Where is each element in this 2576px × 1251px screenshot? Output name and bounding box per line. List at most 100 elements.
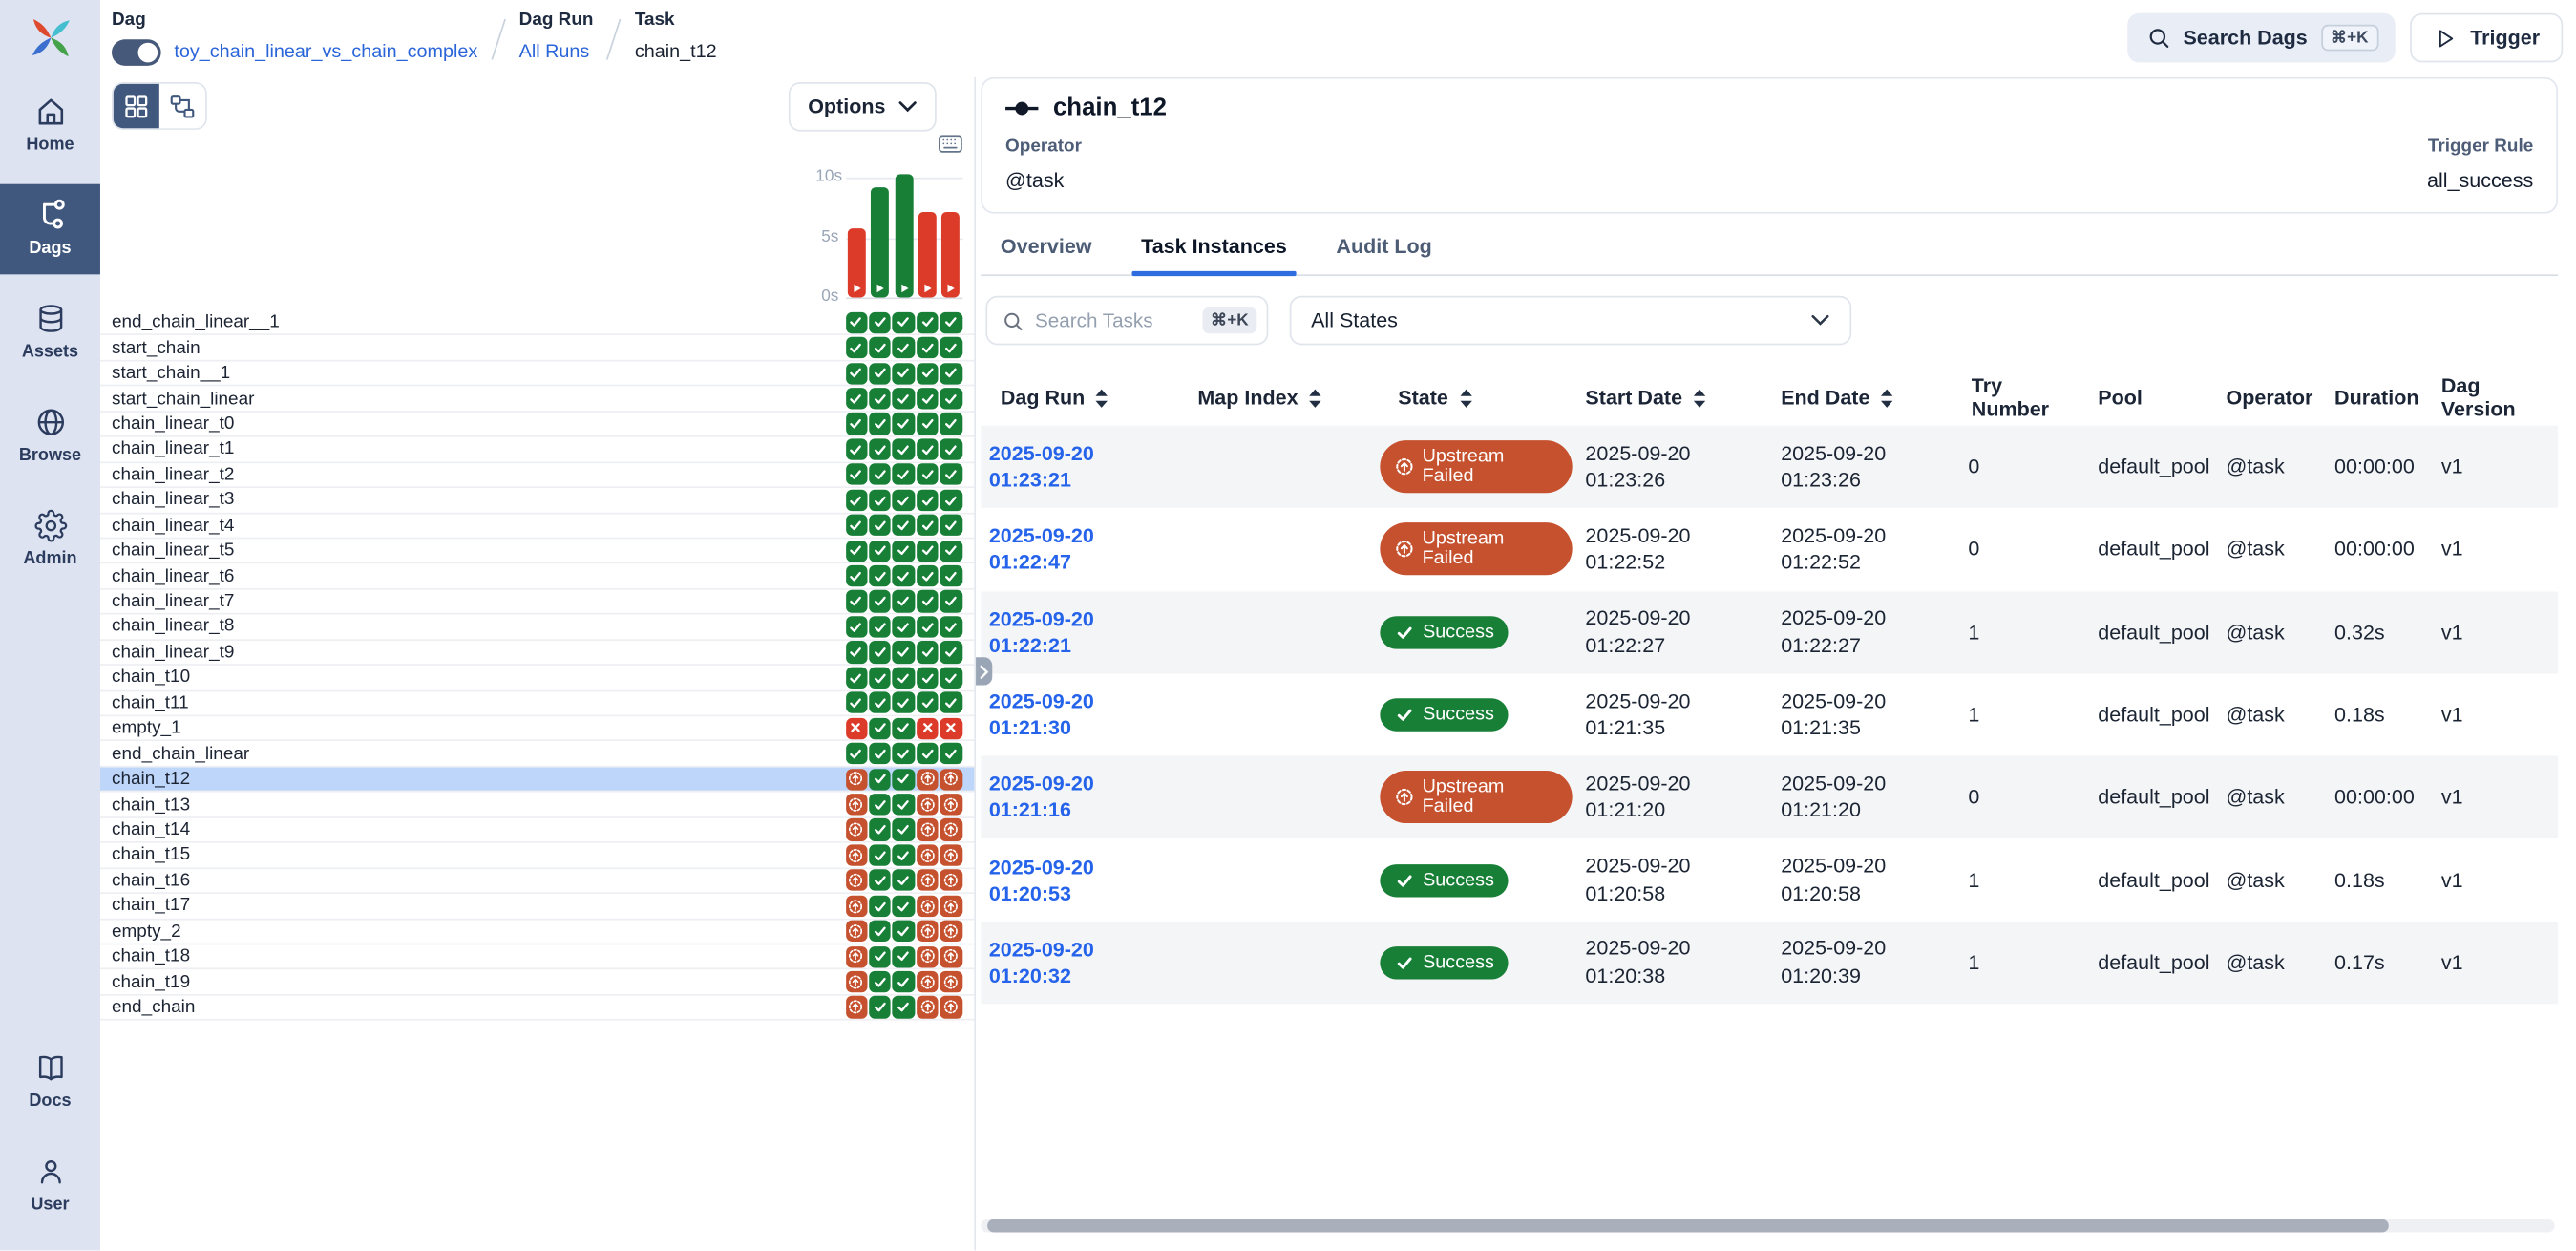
- column-header[interactable]: End Date: [1766, 386, 1958, 409]
- task-instance-success[interactable]: [869, 337, 891, 359]
- task-instance-upstream_failed[interactable]: [845, 945, 867, 967]
- task-instance-upstream_failed[interactable]: [940, 945, 962, 967]
- task-instance-upstream_failed[interactable]: [845, 870, 867, 892]
- task-instance-success[interactable]: [940, 692, 962, 714]
- task-row[interactable]: chain_t15: [100, 843, 974, 869]
- task-instance-success[interactable]: [845, 464, 867, 486]
- task-instance-success[interactable]: [869, 362, 891, 384]
- task-instance-success[interactable]: [893, 717, 915, 739]
- column-header[interactable]: Start Date: [1573, 386, 1766, 409]
- sort-icon[interactable]: [1880, 387, 1894, 408]
- task-instance-success[interactable]: [893, 337, 915, 359]
- task-instance-success[interactable]: [869, 667, 891, 689]
- task-instance-upstream_failed[interactable]: [917, 768, 939, 790]
- task-row[interactable]: start_chain__1: [100, 361, 974, 387]
- task-row[interactable]: chain_t17: [100, 894, 974, 920]
- task-instance-success[interactable]: [845, 413, 867, 435]
- task-instance-success[interactable]: [893, 768, 915, 790]
- task-instance-upstream_failed[interactable]: [917, 971, 939, 993]
- task-instance-success[interactable]: [940, 743, 962, 765]
- task-instance-failed[interactable]: [845, 717, 867, 739]
- task-instance-upstream_failed[interactable]: [940, 844, 962, 866]
- task-row[interactable]: start_chain: [100, 336, 974, 362]
- task-instance-success[interactable]: [869, 642, 891, 664]
- dag-run-link[interactable]: 2025-09-2001:21:30: [989, 690, 1094, 740]
- tab-overview[interactable]: Overview: [997, 235, 1095, 274]
- task-instance-success[interactable]: [869, 413, 891, 435]
- task-instance-success[interactable]: [893, 642, 915, 664]
- task-instance-success[interactable]: [940, 540, 962, 562]
- task-instance-success[interactable]: [845, 489, 867, 511]
- task-instance-success[interactable]: [869, 388, 891, 410]
- task-instance-success[interactable]: [917, 337, 939, 359]
- sidebar-item-admin[interactable]: Admin: [0, 495, 100, 585]
- task-row[interactable]: chain_t12: [100, 767, 974, 793]
- task-instance-success[interactable]: [893, 819, 915, 841]
- task-instance-success[interactable]: [917, 438, 939, 460]
- grid-view-button[interactable]: [114, 84, 159, 130]
- task-row[interactable]: chain_t10: [100, 666, 974, 691]
- task-instance-upstream_failed[interactable]: [940, 895, 962, 917]
- sidebar-item-home[interactable]: Home: [0, 80, 100, 171]
- task-instance-success[interactable]: [917, 489, 939, 511]
- task-instance-success[interactable]: [917, 413, 939, 435]
- task-instance-upstream_failed[interactable]: [845, 921, 867, 943]
- task-instance-success[interactable]: [893, 540, 915, 562]
- task-instance-upstream_failed[interactable]: [845, 895, 867, 917]
- column-header[interactable]: Map Index: [1178, 386, 1367, 409]
- task-instance-success[interactable]: [917, 540, 939, 562]
- task-instance-upstream_failed[interactable]: [940, 870, 962, 892]
- task-instance-upstream_failed[interactable]: [940, 921, 962, 943]
- task-instance-success[interactable]: [917, 590, 939, 612]
- graph-view-button[interactable]: [159, 84, 205, 130]
- task-instance-success[interactable]: [893, 590, 915, 612]
- task-instance-success[interactable]: [940, 362, 962, 384]
- sidebar-item-user[interactable]: User: [0, 1141, 100, 1232]
- task-instance-success[interactable]: [869, 895, 891, 917]
- task-instance-success[interactable]: [940, 337, 962, 359]
- task-instance-success[interactable]: [917, 642, 939, 664]
- dag-run-link[interactable]: 2025-09-2001:22:47: [989, 525, 1094, 575]
- task-instance-success[interactable]: [845, 743, 867, 765]
- dag-run-duration-bar[interactable]: [895, 174, 913, 297]
- task-instance-success[interactable]: [845, 515, 867, 537]
- task-instance-success[interactable]: [893, 667, 915, 689]
- task-row[interactable]: chain_linear_t4: [100, 514, 974, 540]
- tab-audit-log[interactable]: Audit Log: [1333, 235, 1435, 274]
- task-instance-success[interactable]: [845, 616, 867, 638]
- task-row[interactable]: chain_linear_t7: [100, 589, 974, 615]
- task-instance-success[interactable]: [845, 438, 867, 460]
- task-instance-success[interactable]: [845, 362, 867, 384]
- task-instance-upstream_failed[interactable]: [940, 794, 962, 816]
- task-instance-success[interactable]: [940, 388, 962, 410]
- task-instance-success[interactable]: [869, 819, 891, 841]
- dag-name-link[interactable]: toy_chain_linear_vs_chain_complex: [174, 43, 477, 63]
- task-instance-upstream_failed[interactable]: [845, 844, 867, 866]
- task-instance-success[interactable]: [869, 971, 891, 993]
- task-instance-success[interactable]: [869, 438, 891, 460]
- task-instance-success[interactable]: [893, 388, 915, 410]
- tab-task-instances[interactable]: Task Instances: [1138, 235, 1291, 274]
- task-instance-success[interactable]: [845, 388, 867, 410]
- dag-run-link[interactable]: 2025-09-2001:20:53: [989, 856, 1094, 905]
- task-instance-success[interactable]: [893, 844, 915, 866]
- task-instance-success[interactable]: [845, 590, 867, 612]
- task-row[interactable]: chain_t18: [100, 944, 974, 970]
- task-instance-success[interactable]: [869, 717, 891, 739]
- task-instance-success[interactable]: [893, 565, 915, 587]
- task-instance-success[interactable]: [893, 464, 915, 486]
- task-instance-success[interactable]: [917, 362, 939, 384]
- task-instance-success[interactable]: [893, 870, 915, 892]
- task-row[interactable]: chain_linear_t0: [100, 412, 974, 437]
- task-instance-success[interactable]: [940, 642, 962, 664]
- task-instance-success[interactable]: [940, 311, 962, 333]
- task-instance-upstream_failed[interactable]: [917, 870, 939, 892]
- task-row[interactable]: empty_1: [100, 716, 974, 742]
- task-instance-success[interactable]: [893, 413, 915, 435]
- task-instance-success[interactable]: [940, 438, 962, 460]
- task-instance-success[interactable]: [869, 743, 891, 765]
- task-instance-success[interactable]: [893, 743, 915, 765]
- scrollbar-thumb[interactable]: [987, 1219, 2388, 1233]
- dag-run-link[interactable]: 2025-09-2001:20:32: [989, 938, 1094, 987]
- sort-icon[interactable]: [1095, 387, 1109, 408]
